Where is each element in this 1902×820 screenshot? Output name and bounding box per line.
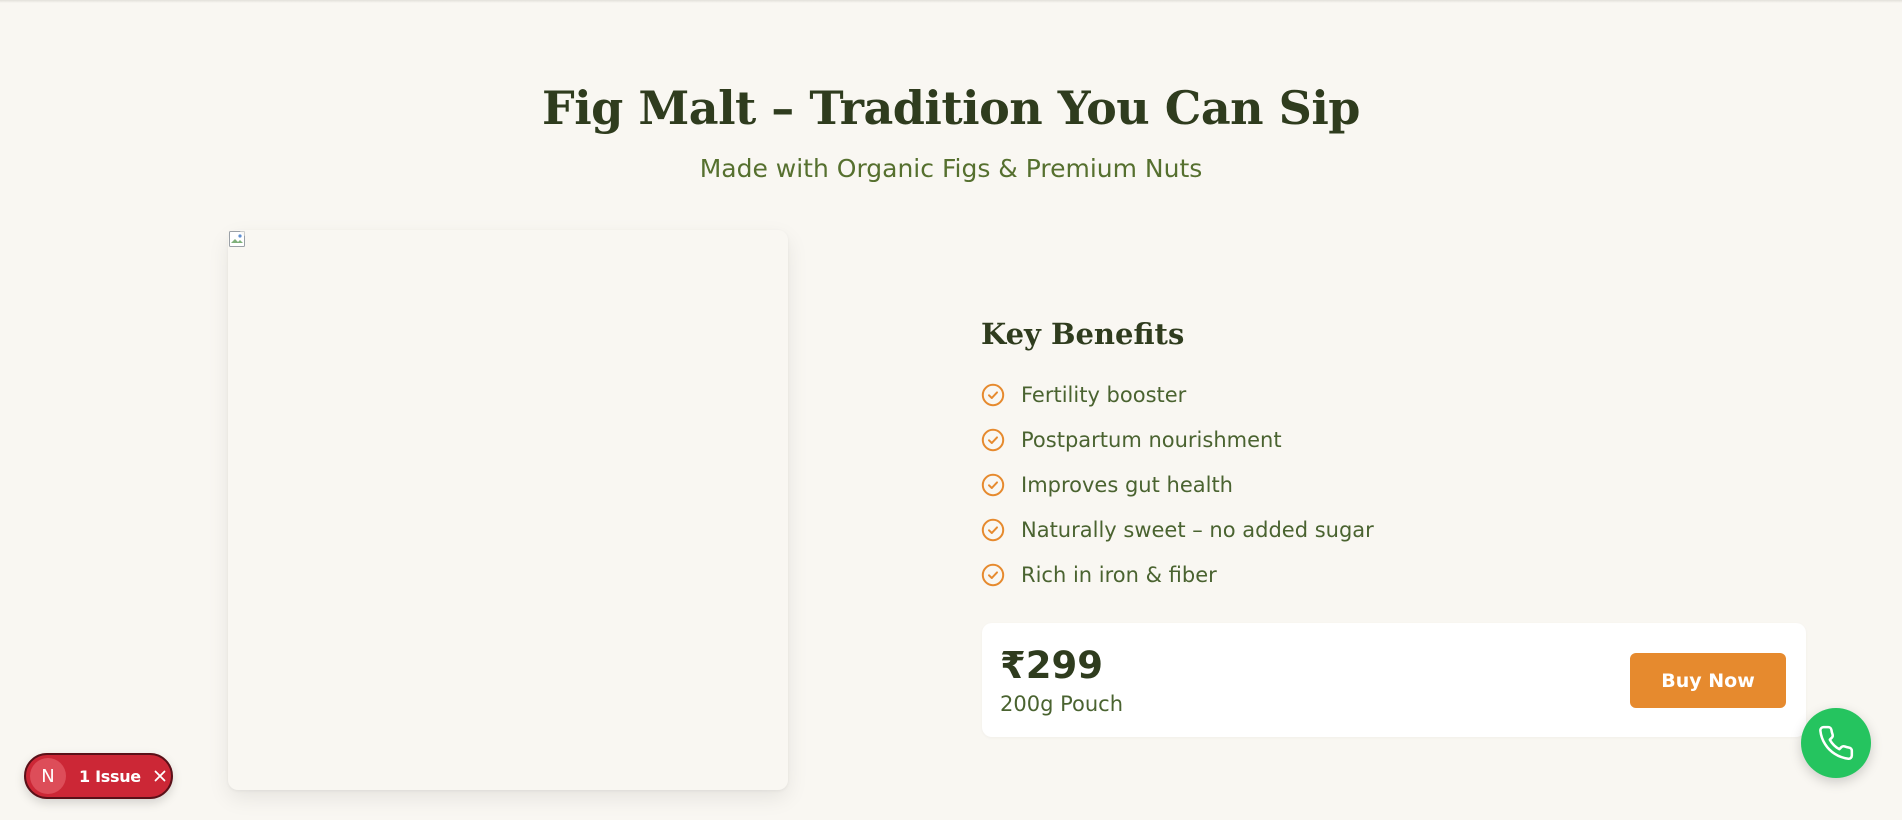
broken-image-icon [229,231,245,247]
buy-now-button[interactable]: Buy Now [1630,653,1786,708]
phone-icon [1819,725,1854,760]
price-card: ₹299 200g Pouch Buy Now [982,623,1806,737]
dev-issues-badge: N 1 Issue [24,753,173,799]
check-circle-icon [981,428,1005,451]
page-title: Fig Malt – Tradition You Can Sip [542,81,1360,135]
check-circle-icon [981,383,1005,406]
benefit-item: Improves gut health [981,462,1374,507]
price-value: ₹299 [1000,644,1103,687]
package-size: 200g Pouch [1000,692,1124,716]
page-subtitle: Made with Organic Figs & Premium Nuts [699,154,1203,183]
benefit-text: Naturally sweet – no added sugar [1021,517,1374,542]
benefits-list: Fertility booster Postpartum nourishment… [981,372,1374,597]
benefit-text: Postpartum nourishment [1021,427,1282,452]
check-circle-icon [981,518,1005,541]
benefit-item: Postpartum nourishment [981,417,1374,462]
dev-tools-logo-button[interactable]: N [30,758,66,794]
check-circle-icon [981,473,1005,496]
call-button[interactable] [1801,708,1871,778]
benefit-item: Rich in iron & fiber [981,552,1374,597]
dismiss-issues-button[interactable] [151,767,169,785]
header-shadow [0,0,1902,3]
issues-count-button[interactable]: 1 Issue [79,767,141,786]
benefit-text: Rich in iron & fiber [1021,562,1217,587]
benefit-item: Fertility booster [981,372,1374,417]
benefits-title: Key Benefits [981,317,1185,351]
benefit-text: Fertility booster [1021,382,1187,407]
check-circle-icon [981,563,1005,586]
benefit-text: Improves gut health [1021,472,1233,497]
close-icon [154,770,166,782]
product-image [228,230,788,790]
benefit-item: Naturally sweet – no added sugar [981,507,1374,552]
